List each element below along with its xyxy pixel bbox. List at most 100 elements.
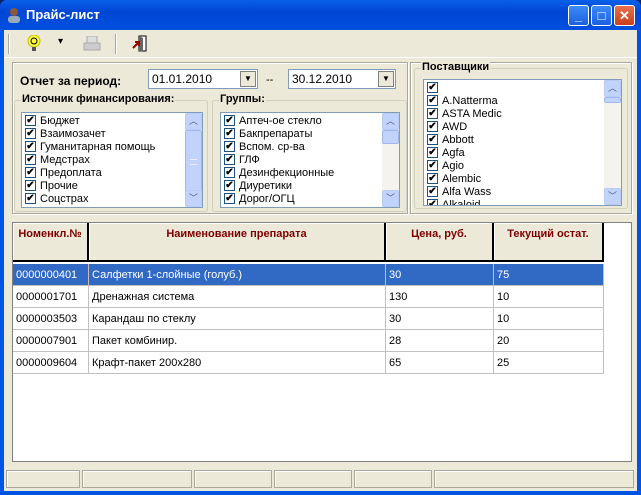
list-item-label: Прочие: [40, 179, 78, 192]
table-cell: 130: [386, 286, 494, 308]
checkbox-checked[interactable]: ✔: [25, 128, 36, 139]
checkbox-checked[interactable]: ✔: [224, 180, 235, 191]
sources-list[interactable]: ✔ Бюджет ✔ Взаимозачет ✔ Гуманитарная помощь ✔…: [21, 112, 203, 208]
checkbox-checked[interactable]: ✔: [25, 154, 36, 165]
maximize-button[interactable]: □: [591, 5, 612, 26]
list-item[interactable]: ✔ Медстрах: [22, 153, 202, 166]
scrollbar-thumb[interactable]: [604, 97, 621, 103]
list-item[interactable]: ✔ Соцстрах: [22, 192, 202, 205]
list-item[interactable]: ✔ Abbott: [424, 133, 621, 146]
checkbox-checked[interactable]: ✔: [224, 141, 235, 152]
list-item-label: Abbott: [442, 133, 474, 146]
list-item[interactable]: ✔ Дезинфекционные: [221, 166, 399, 179]
table-row[interactable]: 0000003503 Карандаш по стеклу 30 10: [13, 308, 604, 330]
scroll-up-icon[interactable]: ︿: [185, 113, 202, 130]
scroll-down-icon[interactable]: ﹀: [604, 188, 621, 205]
list-item[interactable]: ✔ Предоплата: [22, 166, 202, 179]
checkbox-checked[interactable]: ✔: [224, 128, 235, 139]
column-header[interactable]: Текущий остат.: [494, 223, 604, 262]
table-row[interactable]: 0000000401 Салфетки 1-слойные (голуб.) 30 7…: [13, 264, 604, 286]
checkbox-checked[interactable]: ✔: [427, 121, 438, 132]
checkbox-checked[interactable]: ✔: [427, 82, 438, 93]
checkbox-checked[interactable]: ✔: [224, 154, 235, 165]
list-item[interactable]: ✔ Вспом. ср-ва: [221, 140, 399, 153]
suppliers-label: Поставщики: [421, 61, 491, 73]
list-item[interactable]: ✔ Прочие: [22, 179, 202, 192]
checkbox-checked[interactable]: ✔: [427, 108, 438, 119]
minimize-button[interactable]: _: [568, 5, 589, 26]
period-label: Отчет за период:: [20, 74, 122, 88]
close-button[interactable]: ✕: [614, 5, 635, 26]
list-item[interactable]: ✔ A.Natterma: [424, 94, 621, 107]
title-bar[interactable]: Прайс-лист _ □ ✕: [0, 0, 641, 30]
checkbox-checked[interactable]: ✔: [224, 193, 235, 204]
suppliers-group: Поставщики ✔ ✔ A.Natterma ✔ ASTA Medic ✔ AWD ✔ A…: [414, 61, 628, 209]
groups-group: Группы: ✔ Аптеч-ое стекло ✔ Бакпрепараты ✔ Вс…: [212, 93, 407, 212]
date-to-value: 30.12.2010: [292, 72, 353, 86]
checkbox-checked[interactable]: ✔: [427, 173, 438, 184]
list-item[interactable]: ✔ Диуретики: [221, 179, 399, 192]
list-item-label: ГЛФ: [239, 153, 260, 166]
toolbar: ▾: [4, 30, 637, 58]
checkbox-checked[interactable]: ✔: [25, 193, 36, 204]
sources-label: Источник финансирования:: [21, 93, 176, 105]
checkbox-checked[interactable]: ✔: [427, 134, 438, 145]
chevron-down-icon[interactable]: ▼: [378, 71, 394, 87]
list-item[interactable]: ✔ Alkaloid: [424, 198, 621, 205]
scroll-down-icon[interactable]: ﹀: [185, 190, 202, 207]
scroll-up-icon[interactable]: ︿: [382, 113, 399, 130]
dropdown-arrow-icon[interactable]: ▾: [58, 36, 63, 47]
list-item[interactable]: ✔ AWD: [424, 120, 621, 133]
checkbox-checked[interactable]: ✔: [427, 199, 438, 205]
checkbox-checked[interactable]: ✔: [427, 160, 438, 171]
scrollbar-thumb[interactable]: [382, 130, 399, 144]
period-separator: --: [266, 74, 274, 86]
vertical-scrollbar[interactable]: ︿ ﹀: [185, 113, 202, 207]
list-item[interactable]: ✔ Бакпрепараты: [221, 127, 399, 140]
date-from-value: 01.01.2010: [152, 72, 213, 86]
list-item[interactable]: ✔ Agfa: [424, 146, 621, 159]
lightbulb-icon[interactable]: [27, 35, 41, 53]
list-item-label: Соцстрах: [40, 192, 89, 205]
exit-door-icon[interactable]: [132, 35, 148, 53]
checkbox-checked[interactable]: ✔: [25, 180, 36, 191]
chevron-down-icon[interactable]: ▼: [240, 71, 256, 87]
checkbox-checked[interactable]: ✔: [427, 186, 438, 197]
column-header[interactable]: Наименование препарата: [89, 223, 386, 262]
table-row[interactable]: 0000001701 Дренажная система 130 10: [13, 286, 604, 308]
groups-list[interactable]: ✔ Аптеч-ое стекло ✔ Бакпрепараты ✔ Вспом. ср-…: [220, 112, 400, 208]
list-item[interactable]: ✔ ГЛФ: [221, 153, 399, 166]
checkbox-checked[interactable]: ✔: [224, 167, 235, 178]
list-item[interactable]: ✔ Alfa Wass: [424, 185, 621, 198]
date-to-combo[interactable]: 30.12.2010 ▼: [288, 69, 396, 89]
list-item[interactable]: ✔ ASTA Medic: [424, 107, 621, 120]
table-cell: 20: [494, 330, 604, 352]
list-item[interactable]: ✔: [424, 81, 621, 94]
toolbar-separator: [115, 34, 117, 54]
list-item[interactable]: ✔ Alembic: [424, 172, 621, 185]
checkbox-checked[interactable]: ✔: [25, 115, 36, 126]
column-header[interactable]: Номенкл.№: [13, 223, 89, 262]
checkbox-checked[interactable]: ✔: [25, 167, 36, 178]
printer-icon: [83, 36, 101, 51]
list-item[interactable]: ✔ Гуманитарная помощь: [22, 140, 202, 153]
suppliers-list[interactable]: ✔ ✔ A.Natterma ✔ ASTA Medic ✔ AWD ✔ Abbott ✔ Agfa ✔…: [423, 79, 622, 206]
list-item[interactable]: ✔ Бюджет: [22, 114, 202, 127]
list-item[interactable]: ✔ Дорог/ОГЦ: [221, 192, 399, 205]
vertical-scrollbar[interactable]: ︿ ﹀: [382, 113, 399, 207]
date-from-combo[interactable]: 01.01.2010 ▼: [148, 69, 258, 89]
checkbox-checked[interactable]: ✔: [427, 147, 438, 158]
list-item[interactable]: ✔ Аптеч-ое стекло: [221, 114, 399, 127]
price-table[interactable]: Номенкл.№ Наименование препарата Цена, руб…: [12, 222, 632, 462]
checkbox-checked[interactable]: ✔: [224, 115, 235, 126]
vertical-scrollbar[interactable]: ︿ ﹀: [604, 80, 621, 205]
checkbox-checked[interactable]: ✔: [427, 95, 438, 106]
table-row[interactable]: 0000009604 Крафт-пакет 200x280 65 25: [13, 352, 604, 374]
scroll-down-icon[interactable]: ﹀: [382, 190, 399, 207]
checkbox-checked[interactable]: ✔: [25, 141, 36, 152]
list-item[interactable]: ✔ Взаимозачет: [22, 127, 202, 140]
scroll-up-icon[interactable]: ︿: [604, 80, 621, 97]
column-header[interactable]: Цена, руб.: [386, 223, 494, 262]
table-row[interactable]: 0000007901 Пакет комбинир. 28 20: [13, 330, 604, 352]
list-item[interactable]: ✔ Agio: [424, 159, 621, 172]
